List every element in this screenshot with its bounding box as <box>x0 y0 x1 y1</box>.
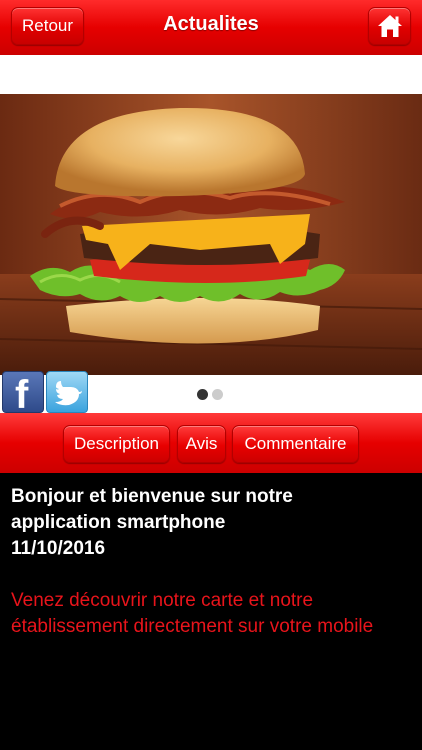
tab-bar: Description Avis Commentaire <box>0 413 422 473</box>
post-date: 11/10/2016 <box>11 538 106 559</box>
tab-description[interactable]: Description <box>63 425 170 463</box>
home-icon <box>378 15 402 37</box>
headline-line: application smartphone <box>11 512 226 533</box>
home-button[interactable] <box>368 7 411 45</box>
headline-line: Bonjour et bienvenue sur notre <box>11 486 293 507</box>
twitter-bird-icon <box>55 381 82 406</box>
top-bar: Retour Actualites <box>0 0 422 55</box>
tab-commentaire[interactable]: Commentaire <box>232 425 359 463</box>
description-content: Bonjour et bienvenue sur notre applicati… <box>0 473 422 750</box>
tab-avis[interactable]: Avis <box>177 425 226 463</box>
pager-dot[interactable] <box>212 389 223 400</box>
social-pager-strip: f <box>0 371 422 417</box>
facebook-icon[interactable]: f <box>2 371 44 417</box>
welcome-headline: Bonjour et bienvenue sur notre applicati… <box>11 484 411 562</box>
spacer-strip <box>0 55 422 94</box>
page-title: Actualites <box>163 13 259 35</box>
twitter-icon[interactable] <box>46 371 88 413</box>
burger-photo[interactable] <box>0 94 422 375</box>
pager-dot-active[interactable] <box>197 389 208 400</box>
description-body: Venez découvrir notre carte et notre éta… <box>11 590 374 637</box>
